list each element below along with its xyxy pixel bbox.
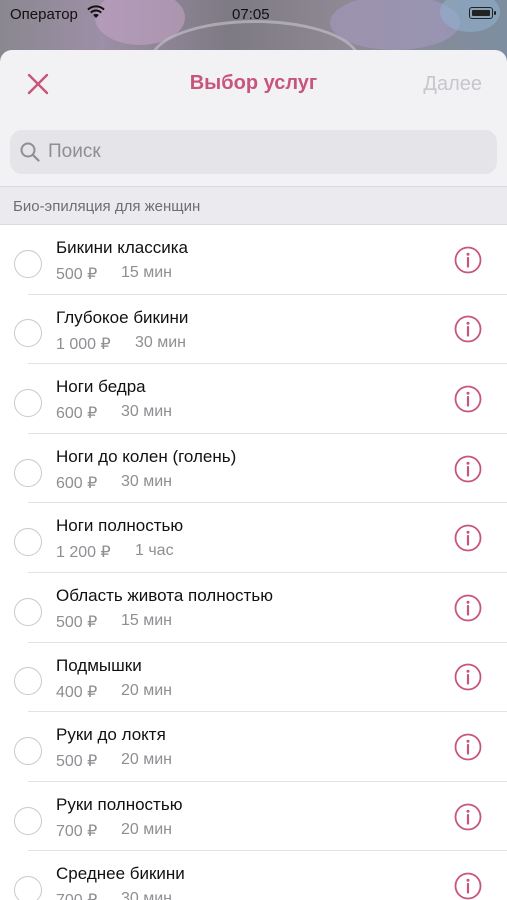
select-radio[interactable] (14, 876, 42, 900)
info-icon[interactable] (453, 245, 483, 275)
service-price: 500 ₽ (56, 613, 98, 631)
status-bar: Оператор 07:05 (0, 0, 507, 30)
service-price: 1 200 ₽ (56, 544, 111, 562)
service-row[interactable]: Область живота полностью 500 ₽ 15 мин (0, 573, 507, 643)
search-input[interactable] (48, 130, 488, 174)
service-row[interactable]: Руки полностью 700 ₽ 20 мин (0, 782, 507, 852)
service-duration: 1 час (135, 542, 174, 560)
service-name: Бикини классика (56, 238, 188, 257)
select-radio[interactable] (14, 388, 42, 417)
service-row[interactable]: Руки до локтя 500 ₽ 20 мин (0, 712, 507, 782)
service-duration: 15 мин (121, 264, 173, 281)
info-icon[interactable] (453, 384, 483, 414)
service-price: 600 ₽ (56, 474, 98, 492)
info-icon[interactable] (453, 802, 483, 832)
service-price: 400 ₽ (56, 683, 98, 701)
service-name: Глубокое бикини (56, 307, 189, 327)
info-icon[interactable] (453, 593, 483, 623)
service-row[interactable]: Ноги полностью 1 200 ₽ 1 час (0, 503, 507, 573)
info-icon[interactable] (453, 871, 483, 900)
select-radio[interactable] (14, 667, 42, 696)
select-radio[interactable] (14, 736, 42, 765)
clock-label: 07:05 (232, 6, 270, 23)
service-name: Ноги до колен (голень) (56, 446, 237, 466)
service-name: Руки до локтя (56, 725, 166, 745)
select-radio[interactable] (14, 319, 42, 348)
battery-icon (469, 7, 496, 19)
service-row[interactable]: Подмышки 400 ₽ 20 мин (0, 643, 507, 713)
service-name: Ноги бедра (56, 377, 146, 397)
service-duration: 20 мин (121, 751, 173, 769)
select-radio[interactable] (14, 249, 42, 278)
service-row[interactable]: Бикини классика 500 ₽ 15 мин (0, 225, 507, 295)
search-icon (20, 142, 40, 162)
info-icon[interactable] (453, 454, 483, 484)
service-price: 700 ₽ (56, 822, 98, 840)
service-duration: 30 мин (121, 472, 173, 490)
carrier-label: Оператор (10, 6, 78, 23)
service-row[interactable]: Среднее бикини 700 ₽ 30 мин (0, 851, 507, 900)
info-icon[interactable] (453, 662, 483, 692)
service-price: 1 000 ₽ (56, 335, 111, 353)
service-selection-sheet: Выбор услуг Далее Био-эпиляция для женщи… (0, 50, 507, 900)
service-name: Подмышки (56, 655, 142, 675)
service-duration: 30 мин (121, 890, 173, 900)
next-button[interactable]: Далее (423, 73, 482, 96)
service-list: Бикини классика 500 ₽ 15 мин Глубокое бикин… (0, 225, 507, 900)
service-name: Область живота полностью (56, 585, 273, 605)
info-icon[interactable] (453, 732, 483, 762)
service-price: 500 ₽ (56, 266, 98, 283)
wifi-icon (87, 5, 105, 18)
info-icon[interactable] (453, 523, 483, 553)
service-name: Среднее бикини (56, 864, 185, 884)
search-field (10, 130, 497, 174)
search-bar (0, 118, 507, 186)
select-radio[interactable] (14, 806, 42, 835)
service-duration: 20 мин (121, 820, 173, 838)
service-duration: 20 мин (121, 681, 173, 699)
navigation-bar: Выбор услуг Далее (0, 50, 507, 118)
service-row[interactable]: Ноги бедра 600 ₽ 30 мин (0, 364, 507, 434)
service-price: 700 ₽ (56, 890, 97, 900)
select-radio[interactable] (14, 597, 42, 626)
service-price: 600 ₽ (56, 405, 98, 423)
select-radio[interactable] (14, 458, 42, 487)
service-duration: 15 мин (121, 611, 173, 629)
service-duration: 30 мин (121, 403, 173, 421)
select-radio[interactable] (14, 528, 42, 557)
service-name: Ноги полностью (56, 516, 184, 536)
service-row[interactable]: Ноги до колен (голень) 600 ₽ 30 мин (0, 434, 507, 504)
service-duration: 30 мин (135, 333, 187, 351)
service-price: 500 ₽ (56, 753, 98, 771)
info-icon[interactable] (453, 314, 483, 344)
service-name: Руки полностью (56, 794, 183, 814)
section-header: Био-эпиляция для женщин (0, 186, 507, 225)
service-row[interactable]: Глубокое бикини 1 000 ₽ 30 мин (0, 295, 507, 365)
